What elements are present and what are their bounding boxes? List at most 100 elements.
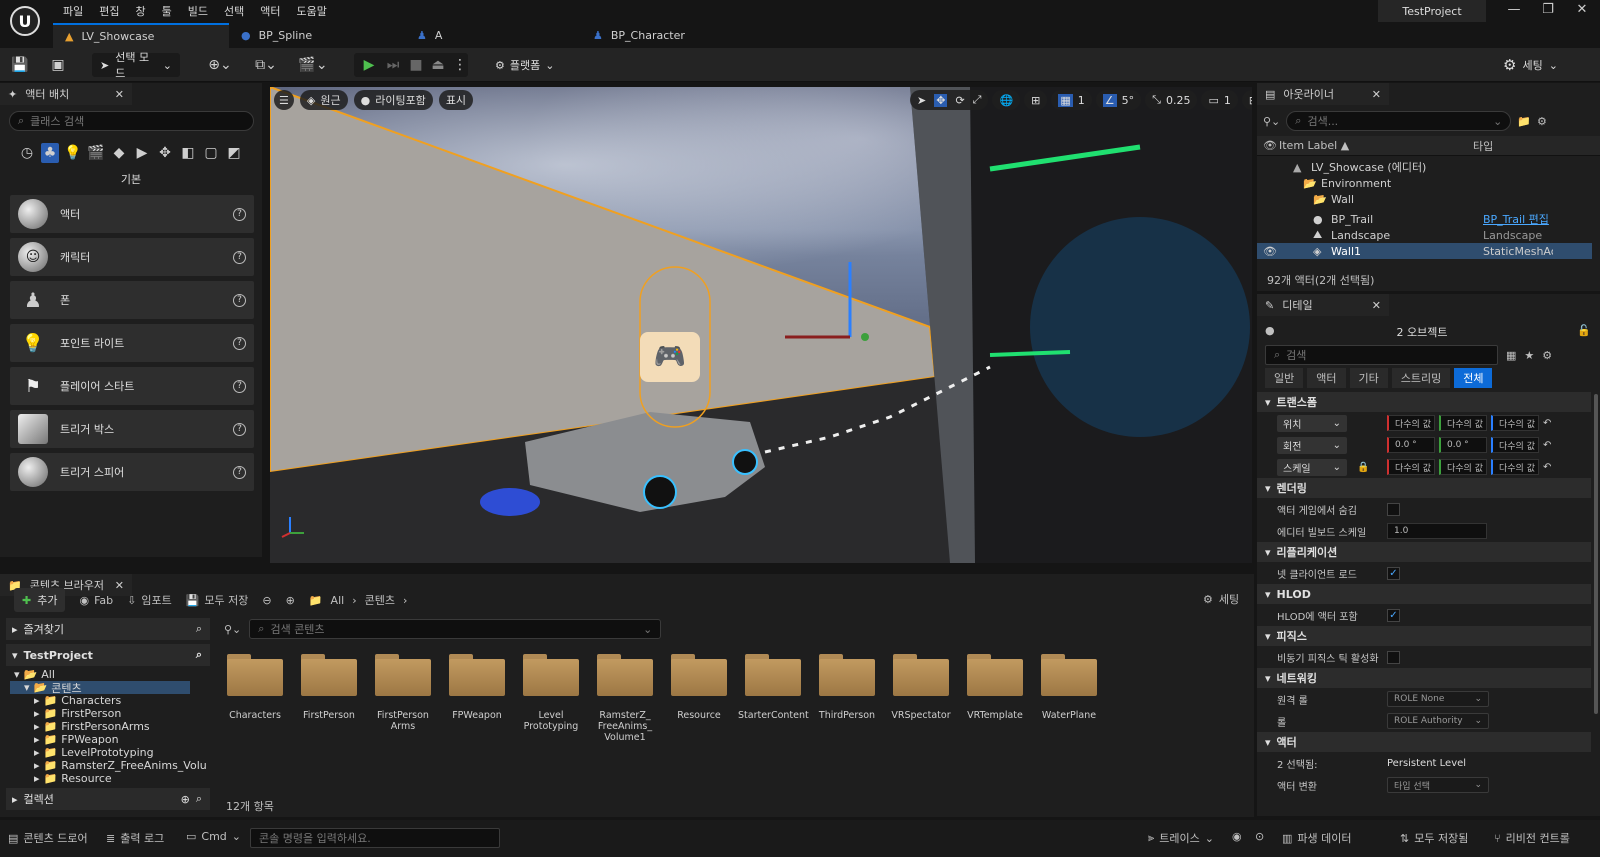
add-folder-icon[interactable]: 📁 [1517,115,1531,128]
scale-x[interactable]: 다수의 값 [1387,459,1435,475]
lock-icon[interactable]: 🔓 [1577,324,1591,337]
unreal-logo-icon[interactable]: U [10,6,40,36]
table-view-icon[interactable]: ▦ [1506,349,1516,362]
folder-item[interactable]: ThirdPerson [812,654,882,721]
volumes-icon[interactable]: ✥ [156,143,174,163]
details-scrollbar[interactable] [1594,394,1598,714]
folder-item[interactable]: WaterPlane [1034,654,1104,721]
location-dropdown[interactable]: 위치 ⌄ [1277,414,1347,432]
move-icon[interactable]: ✥ [934,93,948,107]
folder-item[interactable]: FPWeapon [442,654,512,721]
convert-actor-dropdown[interactable]: 타입 선택 ⌄ [1387,777,1489,793]
tree-folder[interactable]: ▸ 📁 LevelPrototyping [10,746,210,759]
place-item-actor[interactable]: 액터 ? [10,195,254,233]
blueprint-menu-icon[interactable]: ⧉⌄ [250,55,282,75]
place-item-point-light[interactable]: 💡 포인트 라이트 ? [10,324,254,362]
tree-folder[interactable]: ▸ 📁 Resource [10,772,210,785]
tree-item-selected[interactable]: 👁 ◈ Wall1 StaticMeshActo [1257,243,1592,259]
menu-edit[interactable]: 편집 [91,3,127,19]
platform-dropdown[interactable]: ⚙ 플랫폼 ⌄ [495,57,554,73]
close-icon[interactable]: ✕ [1372,88,1381,101]
layout-icon[interactable]: ⊞ [1241,90,1252,110]
rotation-x[interactable]: 0.0 ° [1387,437,1435,453]
cinematic-icon[interactable]: 🎬 [87,143,105,163]
all-classes-icon[interactable]: ▢ [202,143,220,163]
visibility-icon[interactable]: 👁 [1257,139,1277,152]
menu-help[interactable]: 도움말 [289,3,335,19]
select-cursor-icon[interactable]: ➤ [917,94,926,107]
help-icon[interactable]: ? [233,379,246,393]
rotation-z[interactable]: 다수의 값 [1491,437,1539,453]
tree-item[interactable]: ● BP_Trail BP_Trail 편집 [1257,211,1600,227]
place-item-trigger-box[interactable]: 트리거 박스 ? [10,410,254,448]
class-search-input[interactable]: ⌕ 클래스 검색 [9,111,254,131]
perspective-button[interactable]: ◈ 원근 [299,90,348,110]
snapshot-icon[interactable]: ⊙ [1255,830,1264,843]
derived-data-button[interactable]: ▥ 파생 데이터 [1282,830,1352,846]
rotation-y[interactable]: 0.0 ° [1439,437,1487,453]
scale-z[interactable]: 다수의 값 [1491,459,1539,475]
angle-snap-button[interactable]: ∠ 5° [1095,90,1142,110]
console-input[interactable]: 콘솔 명령을 입력하세요. [250,828,500,848]
remote-role-dropdown[interactable]: ROLE None ⌄ [1387,691,1489,707]
location-x[interactable]: 다수의 값 [1387,415,1435,431]
add-button[interactable]: ✚ 추가 [14,588,66,612]
reset-icon[interactable]: ↶ [1543,418,1551,429]
tree-item[interactable]: ▲ LV_Showcase (에디터) [1257,159,1600,175]
play-icon[interactable]: ▶ [359,55,379,75]
tree-folder[interactable]: ▾ 📂 All [10,668,210,681]
close-icon[interactable]: ✕ [115,88,124,101]
show-button[interactable]: 표시 [438,90,474,110]
folder-item[interactable]: Level Prototyping [516,654,586,732]
recent-icon[interactable]: ◷ [18,143,36,163]
filter-misc[interactable]: 기타 [1349,368,1388,388]
player-start-gamepad-icon[interactable]: 🎮 [640,332,700,382]
async-tick-checkbox[interactable] [1387,650,1400,664]
close-icon[interactable]: ✕ [1372,299,1381,312]
content-settings-button[interactable]: ⚙ 세팅 [1203,591,1239,607]
import-button[interactable]: ⇩ 임포트 [127,592,172,608]
collections-header[interactable]: ▸ 컬렉션 ⊕ ⌕ [6,788,210,810]
column-item-label[interactable]: Item Label ▲ [1277,139,1473,152]
content-drawer-button[interactable]: ▤ 콘텐츠 드로어 [8,830,88,846]
save-all-button[interactable]: 💾 모두 저장 [186,592,249,608]
folder-item[interactable]: Characters [220,654,290,721]
output-log-button[interactable]: ≣ 출력 로그 [106,830,164,846]
reset-icon[interactable]: ↶ [1543,440,1551,451]
hide-in-game-checkbox[interactable] [1387,502,1400,516]
lighting-button[interactable]: ● 라이팅포함 [353,90,433,110]
favorites-header[interactable]: ▸ 즐겨찾기 ⌕ [6,618,210,640]
folder-item[interactable]: VRSpectator [886,654,956,721]
net-load-checkbox[interactable]: ✓ [1387,566,1400,580]
location-y[interactable]: 다수의 값 [1439,415,1487,431]
tree-folder[interactable]: ▸ 📁 FirstPerson [10,707,210,720]
fab-button[interactable]: ◉ Fab [79,594,113,607]
menu-build[interactable]: 빌드 [180,3,216,19]
add-collection-icon[interactable]: ⊕ [181,793,190,806]
visibility-icon[interactable]: 👁 [1257,245,1313,258]
star-icon[interactable]: ★ [1524,349,1534,362]
help-icon[interactable]: ? [233,336,246,350]
section-hlod[interactable]: ▾ HLOD [1257,584,1591,604]
trace-button[interactable]: ⫸ 트레이스 ⌄ [1148,830,1214,846]
scale-snap-button[interactable]: ⤡ 0.25 [1145,90,1198,110]
revision-control-button[interactable]: ⑂ 리비전 컨트롤 [1494,830,1570,846]
modes-icon[interactable]: ◩ [225,143,243,163]
folder-item[interactable]: Resource [664,654,734,721]
section-physics[interactable]: ▾ 피직스 [1257,626,1591,646]
back-icon[interactable]: ⊖ [262,594,271,607]
folder-item[interactable]: StarterContent [738,654,809,721]
close-window-icon[interactable]: ✕ [1565,2,1599,22]
minimize-icon[interactable]: — [1497,2,1531,22]
rotation-dropdown[interactable]: 회전 ⌄ [1277,436,1347,454]
item-type-link[interactable]: BP_Trail 편집 [1483,211,1549,227]
tab-place-actors[interactable]: ✦ 액터 배치 ✕ [0,83,132,105]
section-replication[interactable]: ▾ 리플리케이션 [1257,542,1591,562]
gear-icon[interactable]: ⚙ [1537,115,1547,128]
menu-select[interactable]: 선택 [216,3,252,19]
step-icon[interactable]: ⏭ [383,55,403,75]
lock-icon[interactable]: 🔒 [1357,462,1369,473]
section-rendering[interactable]: ▾ 렌더링 [1257,478,1591,498]
filter-icon[interactable]: ⚲⌄ [224,623,241,636]
tab-outliner[interactable]: ▤ 아웃라이너 ✕ [1257,83,1389,105]
